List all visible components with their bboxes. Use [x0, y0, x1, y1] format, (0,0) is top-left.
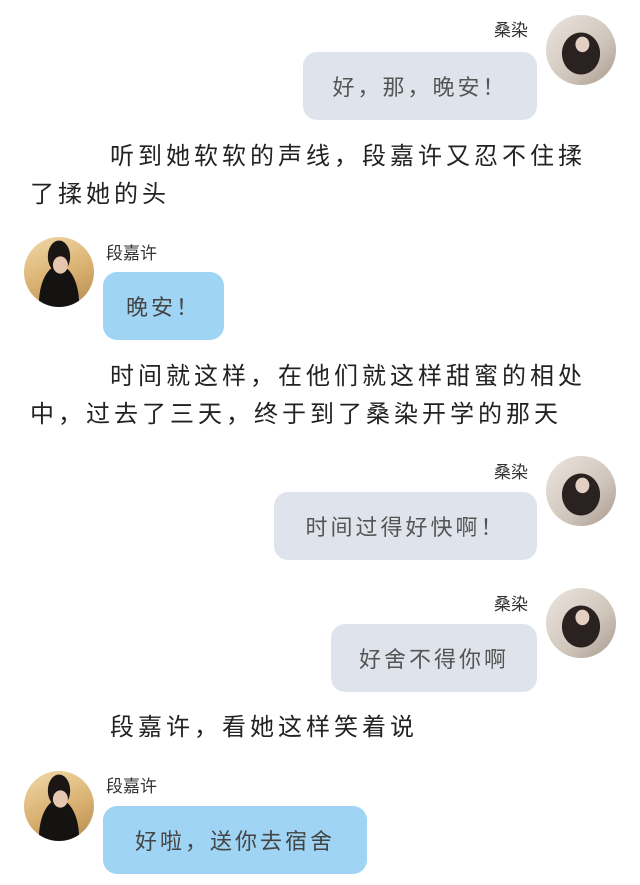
message-bubble[interactable]: 晚安！ [103, 272, 224, 340]
message-bubble[interactable]: 好啦，送你去宿舍 [103, 806, 367, 874]
avatar[interactable] [24, 237, 94, 307]
avatar[interactable] [24, 771, 94, 841]
sender-name: 桑染 [494, 463, 528, 483]
message-bubble[interactable]: 时间过得好快啊！ [274, 492, 537, 560]
sender-name: 段嘉许 [106, 777, 157, 797]
message-bubble[interactable]: 好舍不得你啊 [331, 624, 537, 692]
avatar[interactable] [546, 588, 616, 658]
sender-name: 段嘉许 [106, 244, 157, 264]
narration-text: 听到她软软的声线，段嘉许又忍不住揉了揉她的头 [30, 142, 586, 208]
narration-text: 段嘉许，看她这样笑着说 [110, 713, 418, 741]
avatar[interactable] [546, 15, 616, 85]
sender-name: 桑染 [494, 21, 528, 41]
sender-name: 桑染 [494, 595, 528, 615]
avatar[interactable] [546, 456, 616, 526]
narration-text: 时间就这样，在他们就这样甜蜜的相处中，过去了三天，终于到了桑染开学的那天 [30, 362, 586, 428]
message-bubble[interactable]: 好，那，晚安！ [303, 52, 537, 120]
